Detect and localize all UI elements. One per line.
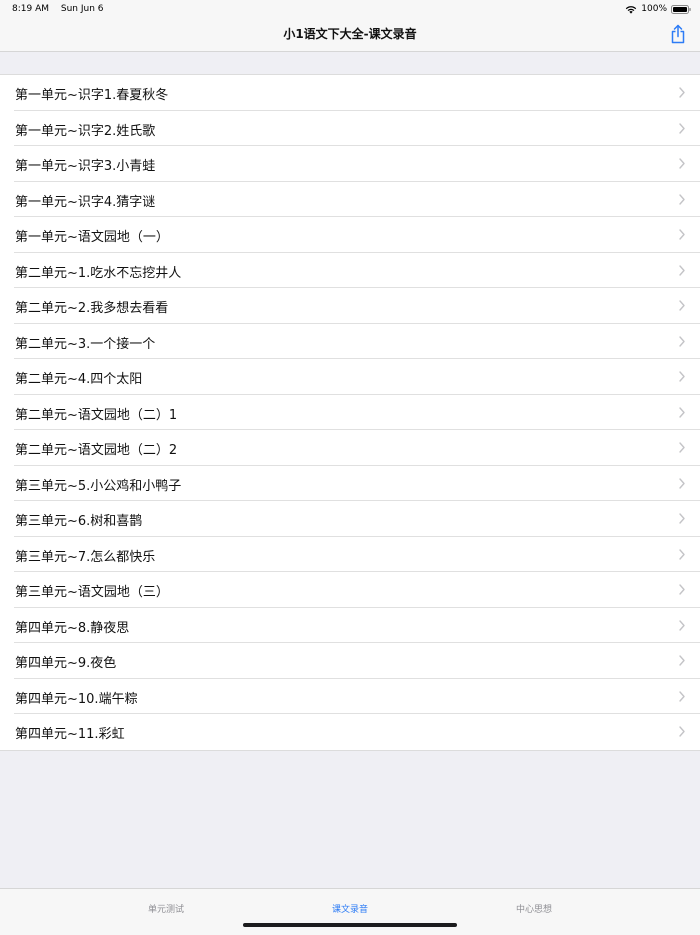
list-item[interactable]: 第二单元~3.一个接一个 (0, 324, 700, 360)
chevron-right-icon (679, 584, 685, 595)
list-item-label: 第三单元~6.树和喜鹊 (15, 514, 143, 529)
chevron-right-icon (679, 229, 685, 240)
tab-unit-test[interactable]: 单元测试 (86, 902, 246, 915)
list-item-label: 第四单元~8.静夜思 (15, 620, 130, 636)
list-item-label: 第三单元~7.怎么都快乐 (15, 549, 156, 565)
list-item-label: 第二单元~3.一个接一个 (15, 336, 156, 352)
list-item[interactable]: 第一单元~识字2.姓氏歌 (0, 111, 700, 147)
page-title: 小1语文下大全-课文录音 (283, 27, 417, 41)
tab-central-idea[interactable]: 中心思想 (454, 902, 614, 915)
battery-percent: 100% (641, 4, 667, 14)
chevron-right-icon (679, 87, 685, 98)
battery-icon (671, 4, 691, 14)
list-item[interactable]: 第二单元~语文园地（二）2 (0, 430, 700, 466)
list-item[interactable]: 第二单元~4.四个太阳 (0, 359, 700, 395)
status-right: 100% (625, 0, 691, 18)
chevron-right-icon (679, 264, 685, 276)
share-icon[interactable] (670, 24, 686, 44)
list-item[interactable]: 第四单元~11.彩虹 (0, 714, 700, 750)
tab-lesson-audio[interactable]: 课文录音 (270, 902, 430, 915)
status-date: Sun Jun 6 (60, 4, 104, 14)
chevron-right-icon (679, 442, 685, 453)
chevron-right-icon (679, 477, 685, 489)
list-item[interactable]: 第四单元~8.静夜思 (0, 608, 700, 644)
list-item-label: 第二单元~语文园地（二）1 (15, 407, 178, 423)
chevron-right-icon (679, 122, 685, 134)
list-item-label: 第四单元~11.彩虹 (15, 727, 125, 742)
list-item[interactable]: 第一单元~语文园地（一） (0, 217, 700, 253)
status-bar: 8:19 AM Sun Jun 6 100% (0, 0, 700, 18)
chevron-right-icon (679, 726, 685, 737)
chevron-right-icon (679, 548, 685, 560)
list-item-label: 第二单元~语文园地（二）2 (15, 443, 178, 458)
chevron-right-icon (679, 193, 685, 205)
home-indicator (243, 923, 457, 927)
list-item[interactable]: 第一单元~识字3.小青蛙 (0, 146, 700, 182)
chevron-right-icon (679, 371, 685, 382)
chevron-right-icon (679, 406, 685, 418)
wifi-icon (626, 5, 637, 14)
status-time: 8:19 AM (12, 4, 49, 14)
list-item[interactable]: 第二单元~1.吃水不忘挖井人 (0, 253, 700, 289)
list-item-label: 第二单元~1.吃水不忘挖井人 (15, 265, 182, 281)
list-item-label: 第一单元~识字1.春夏秋冬 (15, 88, 169, 103)
list-item[interactable]: 第三单元~7.怎么都快乐 (0, 537, 700, 573)
chevron-right-icon (679, 335, 685, 347)
list-item-label: 第四单元~10.端午粽 (15, 691, 138, 707)
list-item-label: 第三单元~语文园地（三） (15, 585, 169, 600)
list-item-label: 第四单元~9.夜色 (15, 656, 117, 671)
list-item[interactable]: 第三单元~语文园地（三） (0, 572, 700, 608)
chevron-right-icon (679, 655, 685, 666)
list-item-label: 第一单元~识字3.小青蛙 (15, 159, 156, 174)
tab-bar: 单元测试 课文录音 中心思想 (0, 888, 700, 935)
chevron-right-icon (679, 513, 685, 524)
list-item-label: 第三单元~5.小公鸡和小鸭子 (15, 478, 182, 494)
list-item-label: 第一单元~识字4.猜字谜 (15, 194, 156, 210)
chevron-right-icon (679, 619, 685, 631)
list-item[interactable]: 第四单元~10.端午粽 (0, 679, 700, 715)
list-item[interactable]: 第三单元~6.树和喜鹊 (0, 501, 700, 537)
chevron-right-icon (679, 300, 685, 311)
list-item[interactable]: 第一单元~识字1.春夏秋冬 (0, 75, 700, 111)
chevron-right-icon (679, 690, 685, 702)
list-item[interactable]: 第一单元~识字4.猜字谜 (0, 182, 700, 218)
list-item[interactable]: 第三单元~5.小公鸡和小鸭子 (0, 466, 700, 502)
chevron-right-icon (679, 158, 685, 169)
list-item[interactable]: 第四单元~9.夜色 (0, 643, 700, 679)
list-item-label: 第二单元~4.四个太阳 (15, 372, 143, 387)
status-left: 8:19 AM Sun Jun 6 (12, 0, 113, 18)
list-item[interactable]: 第二单元~语文园地（二）1 (0, 395, 700, 431)
lesson-list: 第一单元~识字1.春夏秋冬 第一单元~识字2.姓氏歌 第一单元~识字3.小青蛙 第一单… (0, 74, 700, 751)
list-item[interactable]: 第二单元~2.我多想去看看 (0, 288, 700, 324)
navigation-bar: 小1语文下大全-课文录音 (0, 18, 700, 52)
list-item-label: 第一单元~识字2.姓氏歌 (15, 123, 156, 139)
list-item-label: 第一单元~语文园地（一） (15, 230, 169, 245)
list-item-label: 第二单元~2.我多想去看看 (15, 301, 169, 316)
